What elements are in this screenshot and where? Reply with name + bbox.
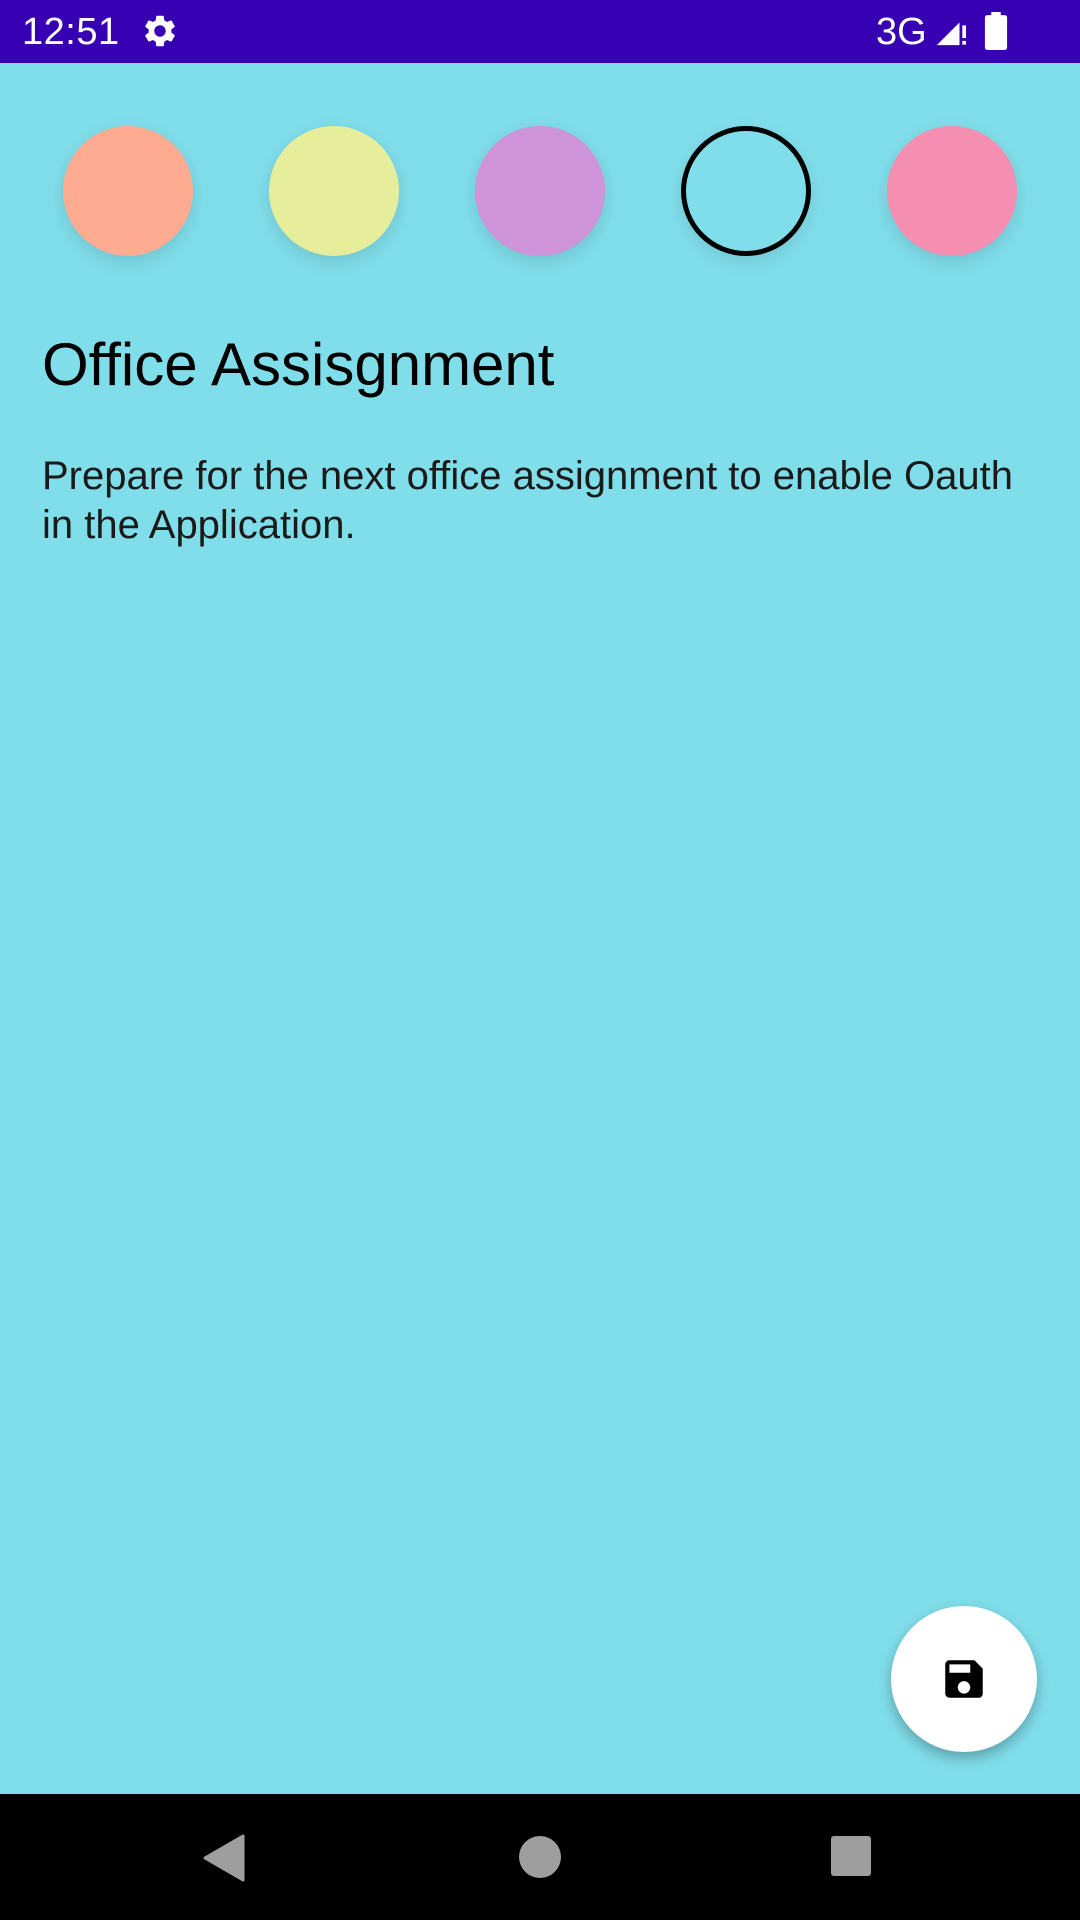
color-picker (0, 124, 1080, 260)
status-bar: 12:51 3G (0, 0, 1080, 63)
status-time: 12:51 (22, 11, 120, 53)
color-swatch-yellow[interactable] (269, 126, 399, 256)
settings-gear-icon (145, 15, 175, 47)
home-circle-icon[interactable] (519, 1836, 561, 1878)
save-floppy-icon (945, 1660, 983, 1698)
color-swatch-pink[interactable] (887, 126, 1017, 256)
back-triangle-icon[interactable] (203, 1834, 245, 1882)
recents-square-icon[interactable] (831, 1836, 871, 1876)
navigation-bar (0, 1794, 1080, 1920)
color-swatch-cyan[interactable] (681, 126, 811, 256)
note-body-field[interactable]: Prepare for the next office assignment t… (42, 452, 1042, 550)
color-swatch-peach[interactable] (63, 126, 193, 256)
color-swatch-purple[interactable] (475, 126, 605, 256)
save-button[interactable] (891, 1606, 1037, 1752)
network-type-label: 3G (876, 11, 927, 53)
note-title-field[interactable]: Office Assisgnment (42, 330, 1042, 400)
cell-signal-icon (936, 22, 967, 46)
battery-full-icon (984, 12, 1008, 50)
